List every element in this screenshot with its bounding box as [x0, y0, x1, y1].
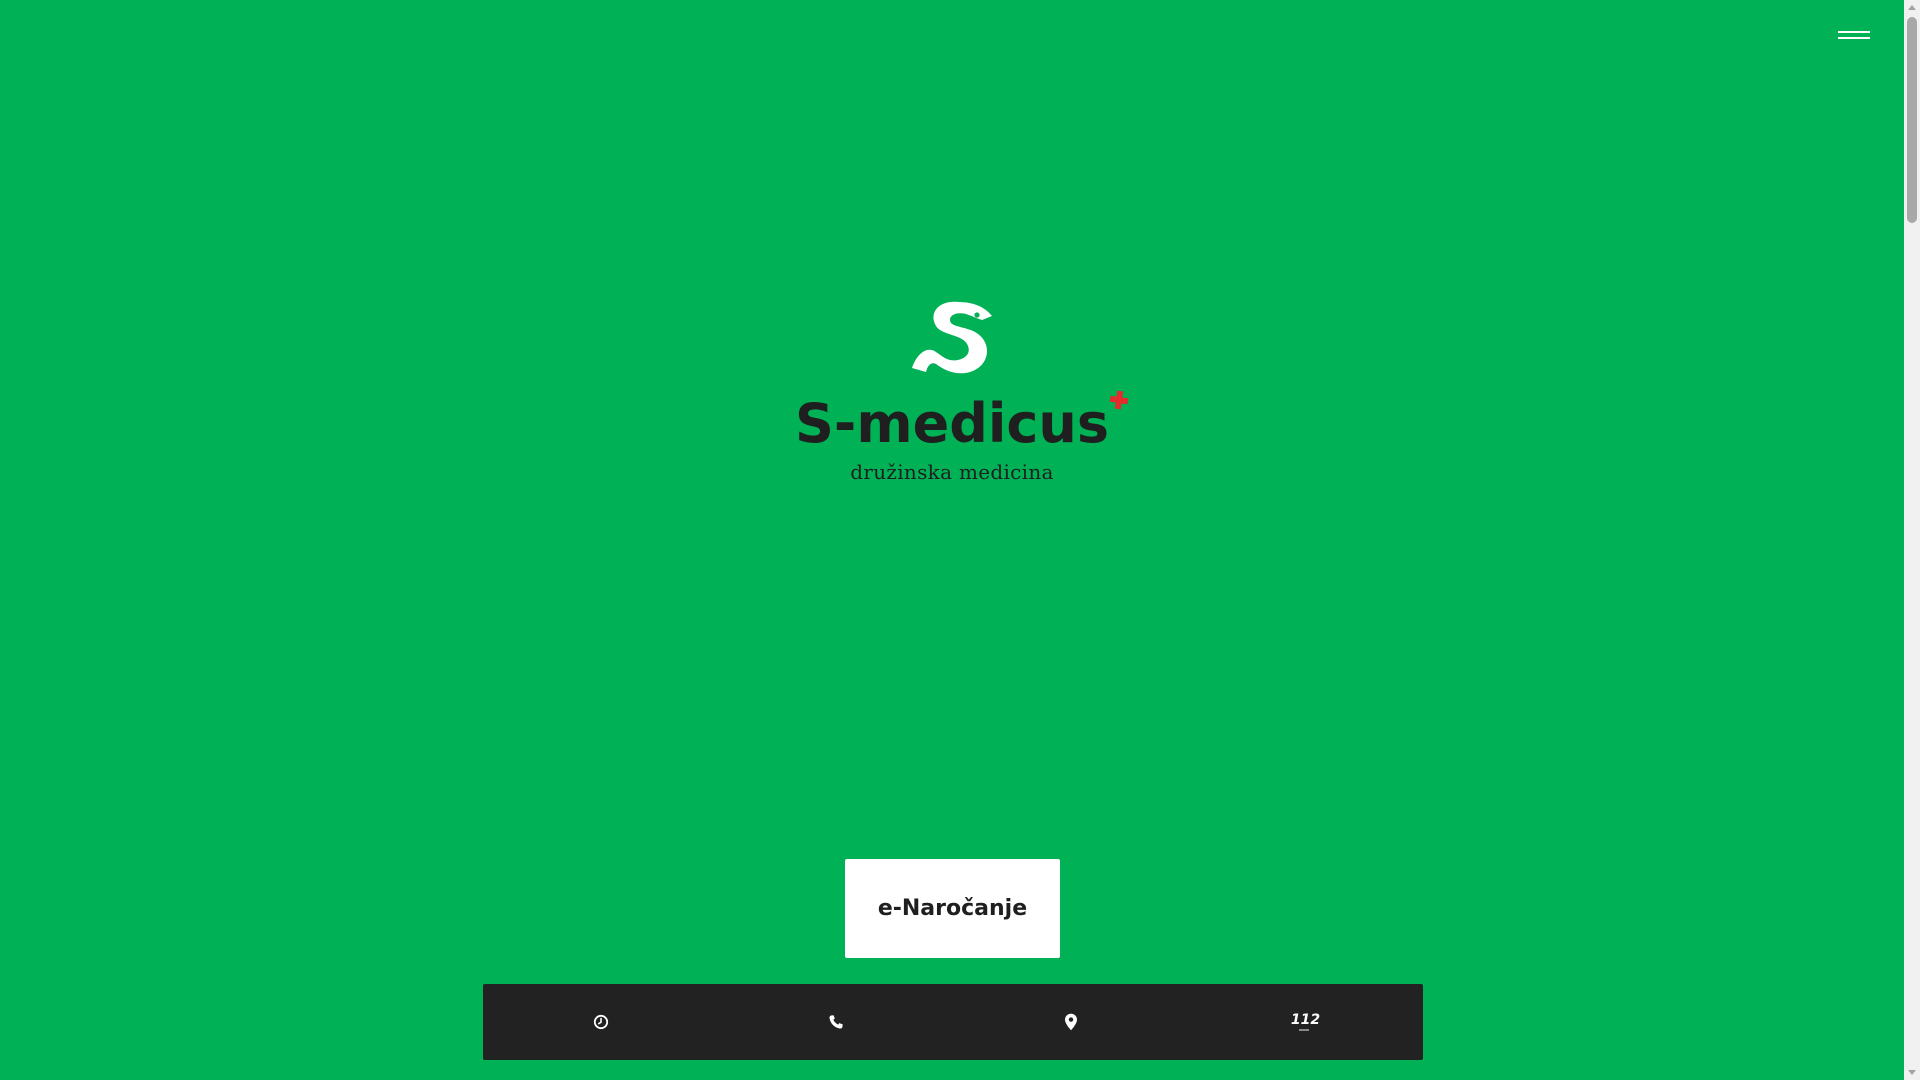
brand-name: S-medicus: [795, 392, 1109, 455]
menu-line: [1838, 31, 1870, 33]
s-snake-logo-icon: [912, 301, 992, 374]
clock-icon: [593, 1014, 608, 1030]
info-item-phone[interactable]: [718, 984, 953, 1060]
map-pin-icon: [1064, 1013, 1077, 1031]
landing-page: S-medicus družinska medicina e-Naročanje: [0, 0, 1904, 1080]
info-item-location[interactable]: [953, 984, 1188, 1060]
info-item-emergency[interactable]: 112: [1188, 984, 1423, 1060]
e-booking-button[interactable]: e-Naročanje: [845, 859, 1060, 958]
emergency-112-icon: 112: [1291, 1013, 1320, 1031]
menu-line: [1838, 37, 1870, 39]
red-cross-icon: [1109, 390, 1129, 410]
scroll-down-arrow-icon[interactable]: [1908, 1070, 1916, 1075]
phone-icon: [829, 1015, 843, 1029]
brand-row: S-medicus: [795, 390, 1129, 455]
info-bar: 112: [483, 984, 1423, 1060]
scrollbar-thumb[interactable]: [1907, 17, 1917, 223]
vertical-scrollbar[interactable]: [1904, 0, 1920, 1080]
logo[interactable]: S-medicus družinska medicina: [0, 298, 1904, 484]
hamburger-menu-button[interactable]: [1838, 28, 1870, 44]
brand-tagline: družinska medicina: [850, 460, 1054, 484]
info-item-hours[interactable]: [483, 984, 718, 1060]
scroll-up-arrow-icon[interactable]: [1908, 5, 1916, 10]
